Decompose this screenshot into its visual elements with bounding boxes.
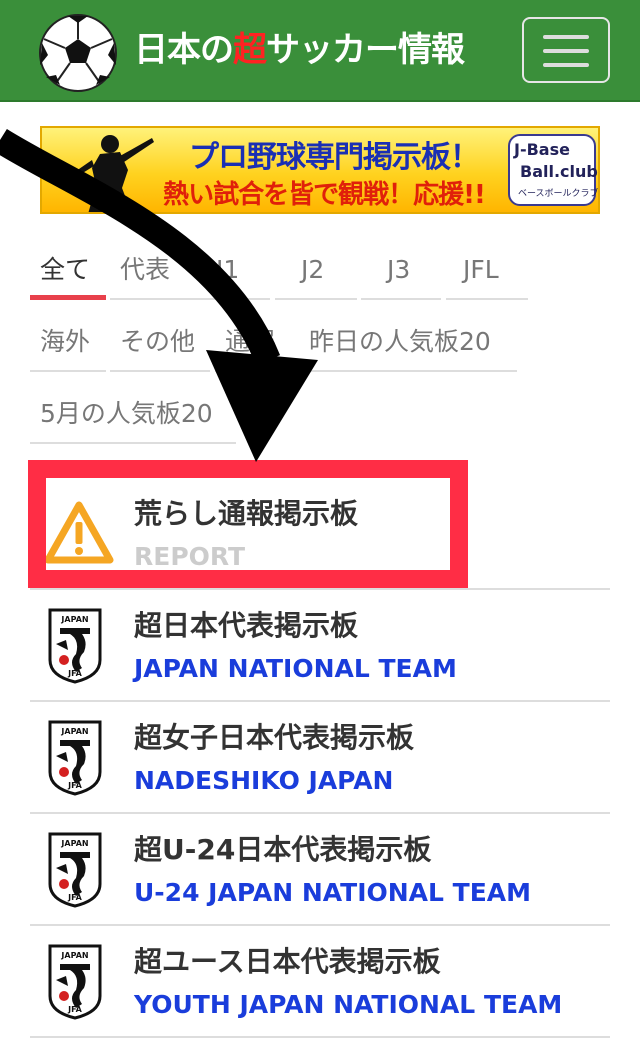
tab-all[interactable]: 全て	[30, 240, 106, 300]
board-subtitle: NADESHIKO JAPAN	[134, 766, 394, 795]
board-title: 超U-24日本代表掲示板	[134, 833, 432, 866]
board-subtitle: YOUTH JAPAN NATIONAL TEAM	[134, 990, 563, 1019]
warning-icon	[44, 501, 114, 564]
board-subtitle: REPORT	[134, 542, 246, 571]
board-item-report[interactable]: 荒らし通報掲示板 REPORT	[30, 478, 610, 590]
board-title: 超女子日本代表掲示板	[134, 721, 415, 754]
banner-subline: 熱い試合を皆で観戦！応援!!	[163, 180, 486, 210]
site-title-accent: 超	[233, 30, 267, 70]
emblem-caption: JAPAN	[60, 727, 88, 736]
tab-yesterday-popular-20[interactable]: 昨日の人気板20	[303, 312, 517, 372]
board-subtitle: U-24 JAPAN NATIONAL TEAM	[134, 878, 532, 907]
emblem-letters: JFA	[67, 781, 83, 790]
banner-logo-text: J-Base	[514, 140, 570, 159]
tab-jfl[interactable]: JFL	[446, 240, 528, 300]
menu-bar-icon	[543, 49, 589, 53]
board-item-japan-national[interactable]: JAPAN JFA 超日本代表掲示板 JAPAN NATIONAL TEAM	[30, 590, 610, 702]
tab-may-popular-20[interactable]: 5月の人気板20	[30, 384, 236, 444]
tab-overseas[interactable]: 海外	[30, 312, 106, 372]
jfa-emblem-icon: JAPAN JFA	[48, 832, 102, 908]
baseball-ad-banner[interactable]: プロ野球専門掲示板！ 熱い試合を皆で観戦！応援!! J-Base Ball.cl…	[40, 126, 600, 214]
board-subtitle: JAPAN NATIONAL TEAM	[134, 654, 457, 683]
banner-logo-caption: ベースボールクラブ	[518, 189, 599, 199]
jfa-emblem-icon: JAPAN JFA	[48, 944, 102, 1020]
site-header: 日本の超サッカー情報	[0, 0, 640, 102]
menu-bar-icon	[543, 63, 589, 67]
jfa-emblem-icon: JAPAN JFA	[48, 608, 102, 684]
soccer-ball-logo-icon[interactable]	[38, 13, 118, 93]
site-title-suffix: サッカー情報	[266, 30, 465, 70]
tab-report[interactable]: 通報	[215, 312, 303, 372]
board-title: 荒らし通報掲示板	[134, 497, 359, 530]
menu-bar-icon	[543, 35, 589, 39]
banner-headline: プロ野球専門掲示板！	[189, 140, 480, 175]
tab-j1[interactable]: J1	[190, 240, 270, 300]
tab-others[interactable]: その他	[110, 312, 210, 372]
emblem-letters: JFA	[67, 893, 83, 902]
board-title: 超日本代表掲示板	[134, 609, 359, 642]
emblem-letters: JFA	[67, 1005, 83, 1014]
emblem-caption: JAPAN	[60, 615, 88, 624]
emblem-caption: JAPAN	[60, 951, 88, 960]
hamburger-menu-button[interactable]	[522, 17, 610, 83]
board-item-u24[interactable]: JAPAN JFA 超U-24日本代表掲示板 U-24 JAPAN NATION…	[30, 814, 610, 926]
tab-j3[interactable]: J3	[361, 240, 441, 300]
board-item-youth[interactable]: JAPAN JFA 超ユース日本代表掲示板 YOUTH JAPAN NATION…	[30, 926, 610, 1038]
emblem-letters: JFA	[67, 669, 83, 678]
site-title-prefix: 日本の	[134, 30, 234, 70]
board-title: 超ユース日本代表掲示板	[134, 945, 441, 978]
jbaseball-logo: J-Base Ball.club ベースボールクラブ	[508, 134, 599, 206]
emblem-caption: JAPAN	[60, 839, 88, 848]
tab-national[interactable]: 代表	[110, 240, 190, 300]
board-item-nadeshiko[interactable]: JAPAN JFA 超女子日本代表掲示板 NADESHIKO JAPAN	[30, 702, 610, 814]
banner-logo-text: Ball.club	[520, 162, 598, 181]
tab-j2[interactable]: J2	[275, 240, 357, 300]
jfa-emblem-icon: JAPAN JFA	[48, 720, 102, 796]
site-title[interactable]: 日本の超サッカー情報	[134, 24, 465, 76]
